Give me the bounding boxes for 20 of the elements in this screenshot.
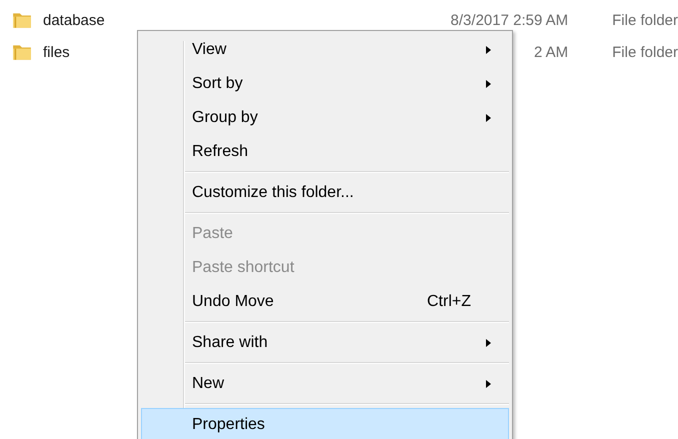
file-type: File folder <box>612 12 678 28</box>
shortcut-text: Ctrl+Z <box>427 293 471 311</box>
menu-item[interactable]: Customize this folder... <box>141 176 509 210</box>
menu-item[interactable]: Share with <box>141 326 509 360</box>
date-modified: 8/3/2017 2:59 AM <box>450 12 568 28</box>
menu-item[interactable]: Refresh <box>141 135 509 169</box>
file-type: File folder <box>612 44 678 60</box>
menu-item[interactable]: Sort by <box>141 67 509 101</box>
file-name[interactable]: database <box>43 12 243 28</box>
submenu-arrow-icon <box>486 80 491 88</box>
submenu-arrow-icon <box>486 46 491 54</box>
menu-item[interactable]: New <box>141 367 509 401</box>
submenu-arrow-icon <box>486 114 491 122</box>
menu-item[interactable]: View <box>141 33 509 67</box>
menu-item[interactable]: Group by <box>141 101 509 135</box>
date-modified: 2 AM <box>534 44 568 60</box>
submenu-arrow-icon <box>486 380 491 388</box>
menu-item[interactable]: Undo Move Ctrl+Z <box>141 285 509 319</box>
submenu-arrow-icon <box>486 339 491 347</box>
menu-item[interactable]: Properties <box>141 408 509 439</box>
